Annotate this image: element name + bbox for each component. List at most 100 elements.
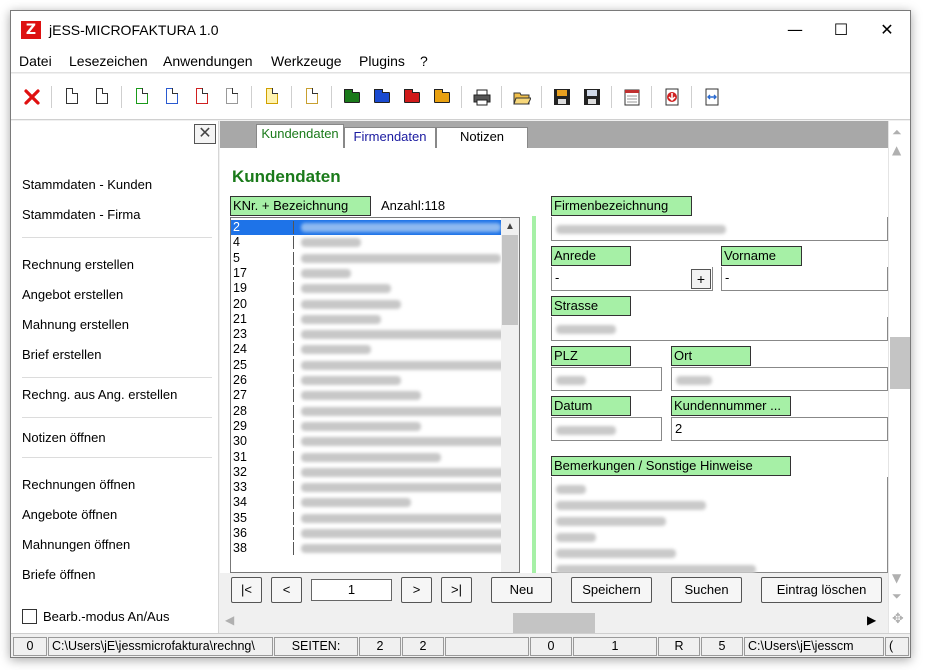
scroll-right-icon[interactable]: ▶ <box>867 613 876 627</box>
sidebar-item-angebote-oeffnen[interactable]: Angebote öffnen <box>22 507 117 522</box>
vorname-field[interactable]: - <box>721 267 888 291</box>
prev-record-button[interactable]: < <box>271 577 302 603</box>
new-doc-icon[interactable] <box>63 87 81 107</box>
sidebar-item-mahnung-erstellen[interactable]: Mahnung erstellen <box>22 317 129 332</box>
save-button[interactable]: Speichern <box>571 577 652 603</box>
new-entry-button[interactable]: Neu <box>491 577 552 603</box>
sidebar-item-brief-erstellen[interactable]: Brief erstellen <box>22 347 101 362</box>
first-record-button[interactable]: |< <box>231 577 262 603</box>
sidebar-item-mahnungen-oeffnen[interactable]: Mahnungen öffnen <box>22 537 130 552</box>
sidebar-item-rechnungen-oeffnen[interactable]: Rechnungen öffnen <box>22 477 135 492</box>
gray-doc-icon[interactable] <box>223 87 241 107</box>
printer-icon[interactable] <box>473 87 491 107</box>
blue-folder-icon[interactable] <box>373 87 391 107</box>
move-icon[interactable]: ✥ <box>892 611 904 627</box>
kundennummer-field[interactable]: 2 <box>671 417 888 441</box>
delete-entry-button[interactable]: Eintrag löschen <box>761 577 882 603</box>
green-folder-icon[interactable] <box>343 87 361 107</box>
record-number-input[interactable]: 1 <box>311 579 392 601</box>
v-scroll-thumb[interactable] <box>890 337 910 389</box>
list-item[interactable]: 17 <box>231 266 501 281</box>
search-button[interactable]: Suchen <box>671 577 742 603</box>
list-item[interactable]: 2 <box>231 220 501 235</box>
firmenbezeichnung-field[interactable] <box>551 217 888 241</box>
customer-list[interactable]: 38 36 35 34 33 32 31 30 29 28 27 26 25 24 23 21 20 19 17 5 4… <box>230 217 520 573</box>
sidebar-item-rechng-aus-ang[interactable]: Rechng. aus Ang. erstellen <box>22 387 177 402</box>
scroll-bottom-icon[interactable]: ⏷ <box>892 589 902 604</box>
anrede-field[interactable]: - <box>551 267 713 291</box>
plz-field[interactable] <box>551 367 662 391</box>
scroll-left-icon[interactable]: ◀ <box>225 613 234 627</box>
anrede-add-button[interactable]: + <box>691 269 711 289</box>
save-icon[interactable] <box>553 87 571 107</box>
list-item[interactable]: 28 <box>231 404 511 419</box>
sidebar-item-rechnung-erstellen[interactable]: Rechnung erstellen <box>22 257 134 272</box>
menu-lesezeichen[interactable]: Lesezeichen <box>69 53 148 69</box>
red-doc-icon[interactable] <box>193 87 211 107</box>
calendar-icon[interactable] <box>623 87 641 107</box>
list-scroll-thumb[interactable] <box>502 235 518 325</box>
open-folder-icon[interactable] <box>513 87 532 107</box>
sidebar-item-angebot-erstellen[interactable]: Angebot erstellen <box>22 287 123 302</box>
list-item[interactable]: 19 <box>231 281 501 296</box>
blank-doc-icon[interactable] <box>303 87 321 107</box>
list-item[interactable]: 26 <box>231 373 501 388</box>
sidebar-item-stammdaten-kunden[interactable]: Stammdaten - Kunden <box>22 177 152 192</box>
list-item[interactable]: 4 <box>231 235 501 250</box>
menu-datei[interactable]: Datei <box>19 53 52 69</box>
list-item[interactable]: 20 <box>231 297 501 312</box>
tab-notizen[interactable]: Notizen <box>436 127 528 148</box>
next-record-button[interactable]: > <box>401 577 432 603</box>
menu-anwendungen[interactable]: Anwendungen <box>163 53 253 69</box>
list-item[interactable]: 32 <box>231 465 511 480</box>
tab-firmendaten[interactable]: Firmendaten <box>344 127 436 148</box>
list-item[interactable]: 31 <box>231 450 501 465</box>
list-item[interactable]: 27 <box>231 388 501 403</box>
list-scrollbar[interactable]: ▲ <box>501 218 519 572</box>
list-item[interactable]: 21 <box>231 312 501 327</box>
menu-help[interactable]: ? <box>420 53 428 69</box>
list-item[interactable]: 34 <box>231 495 501 510</box>
list-item[interactable]: 24 <box>231 342 501 357</box>
scroll-down-icon[interactable]: ▼ <box>892 571 901 585</box>
list-item[interactable]: 35 <box>231 511 511 526</box>
last-record-button[interactable]: >| <box>441 577 472 603</box>
list-item[interactable]: 33 <box>231 480 511 495</box>
scroll-top-icon[interactable]: ⏶ <box>892 125 902 140</box>
list-item[interactable]: 38 <box>231 541 511 556</box>
list-item[interactable]: 25 <box>231 358 511 373</box>
sidebar-close-icon[interactable]: ✕ <box>194 124 216 144</box>
h-scroll-thumb[interactable] <box>513 613 595 633</box>
yellow-folder-icon[interactable] <box>433 87 451 107</box>
import-icon[interactable] <box>663 87 681 107</box>
edit-mode-checkbox[interactable] <box>22 609 37 624</box>
tab-kundendaten[interactable]: Kundendaten <box>256 124 344 148</box>
list-item[interactable]: 5 <box>231 251 501 266</box>
new-doc-icon[interactable] <box>93 87 111 107</box>
delete-icon[interactable] <box>23 87 41 107</box>
horizontal-scrollbar[interactable]: ◀ ▶ <box>220 609 888 633</box>
sidebar-item-stammdaten-firma[interactable]: Stammdaten - Firma <box>22 207 140 222</box>
datum-field[interactable] <box>551 417 662 441</box>
save-as-icon[interactable] <box>583 87 601 107</box>
sidebar-item-notizen-oeffnen[interactable]: Notizen öffnen <box>22 430 106 445</box>
menu-plugins[interactable]: Plugins <box>359 53 405 69</box>
minimize-button[interactable]: — <box>772 11 818 49</box>
scroll-up-icon[interactable]: ▲ <box>892 143 901 157</box>
yellow-doc-icon[interactable] <box>263 87 281 107</box>
menu-werkzeuge[interactable]: Werkzeuge <box>271 53 342 69</box>
close-window-button[interactable]: ✕ <box>864 11 910 49</box>
list-item[interactable]: 29 <box>231 419 501 434</box>
list-item[interactable]: 23 <box>231 327 519 342</box>
maximize-button[interactable]: ☐ <box>818 11 864 49</box>
vertical-scrollbar[interactable]: ⏶ ▲ ▼ ⏷ ✥ <box>888 121 910 633</box>
bemerkungen-textarea[interactable] <box>551 477 888 574</box>
sidebar-item-briefe-oeffnen[interactable]: Briefe öffnen <box>22 567 95 582</box>
export-icon[interactable] <box>703 87 721 107</box>
blue-doc-icon[interactable] <box>163 87 181 107</box>
scroll-up-icon[interactable]: ▲ <box>501 218 519 235</box>
green-doc-icon[interactable] <box>133 87 151 107</box>
red-folder-icon[interactable] <box>403 87 421 107</box>
list-item[interactable]: 36 <box>231 526 511 541</box>
ort-field[interactable] <box>671 367 888 391</box>
